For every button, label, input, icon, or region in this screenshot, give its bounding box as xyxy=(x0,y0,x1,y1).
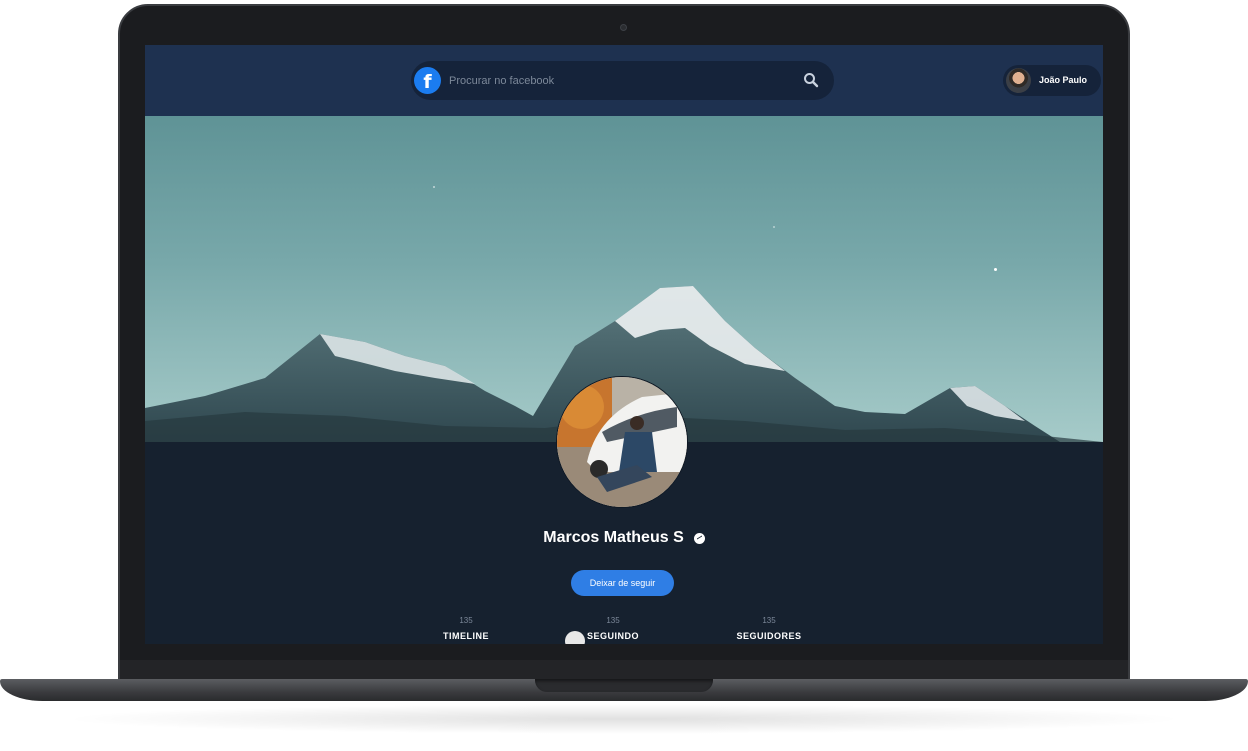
stat-label: TIMELINE xyxy=(443,631,489,641)
search-icon[interactable] xyxy=(803,72,819,88)
profile-name-row: Marcos Matheus S xyxy=(145,529,1103,547)
messenger-icon[interactable] xyxy=(693,532,705,544)
laptop-chin xyxy=(120,660,1128,680)
stat-count: 135 xyxy=(459,616,473,625)
profile-picture[interactable] xyxy=(556,376,688,508)
profile-name: Marcos Matheus S xyxy=(543,529,684,546)
stat-count: 135 xyxy=(762,616,776,625)
stat-timeline[interactable]: 135 TIMELINE xyxy=(406,616,526,641)
stat-label: SEGUIDORES xyxy=(736,631,802,641)
profile-photo xyxy=(557,377,687,507)
user-avatar xyxy=(1006,68,1031,93)
user-menu-button[interactable]: João Paulo xyxy=(1003,65,1101,96)
unfollow-button[interactable]: Deixar de seguir xyxy=(571,570,674,596)
stat-count: 135 xyxy=(606,616,620,625)
facebook-logo-icon[interactable]: f xyxy=(414,67,441,94)
laptop-notch xyxy=(535,679,713,692)
laptop-mockup: f João Paulo xyxy=(0,0,1248,751)
user-name: João Paulo xyxy=(1039,75,1088,85)
screen: f João Paulo xyxy=(145,45,1103,644)
stat-seguidores[interactable]: 135 SEGUIDORES xyxy=(709,616,829,641)
mini-avatar xyxy=(565,631,585,644)
search-input[interactable] xyxy=(449,70,779,91)
laptop-shadow xyxy=(60,704,1188,734)
search-bar: f xyxy=(411,61,834,100)
top-navbar: f João Paulo xyxy=(145,45,1103,116)
webcam xyxy=(620,24,627,31)
